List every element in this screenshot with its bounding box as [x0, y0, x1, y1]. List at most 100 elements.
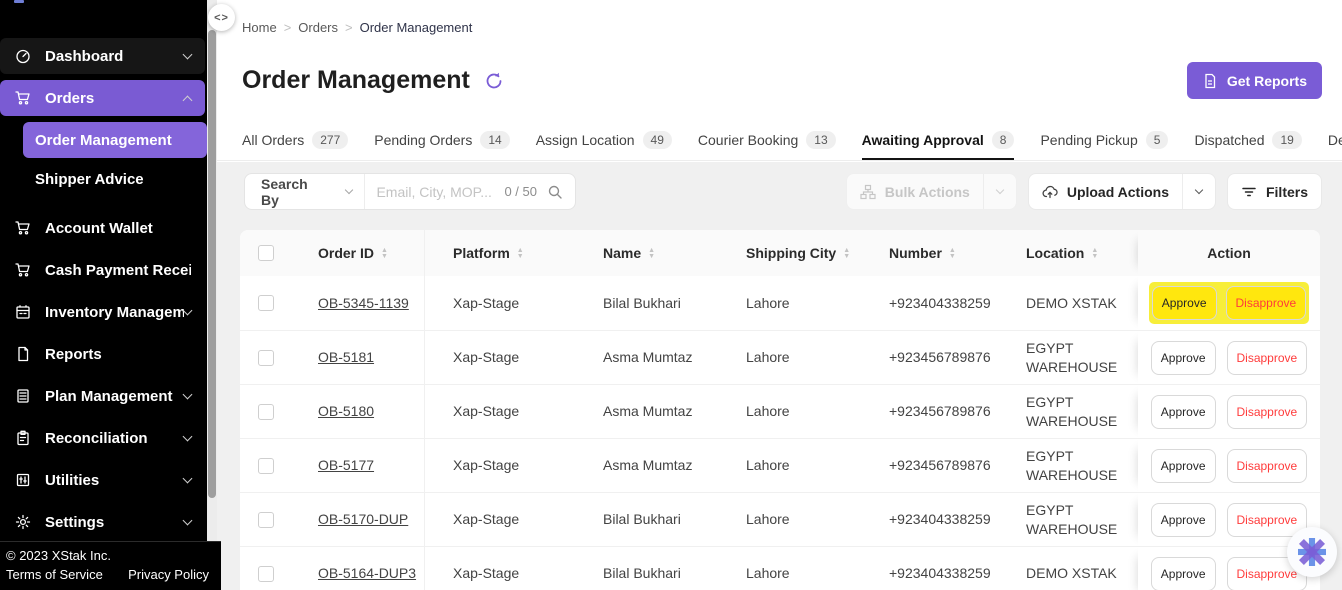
city-cell: Lahore	[718, 493, 861, 546]
disapprove-button[interactable]: Disapprove	[1227, 341, 1308, 375]
upload-actions-button[interactable]: Upload Actions	[1028, 173, 1216, 210]
sidebar-subitem-order-management[interactable]: Order Management	[23, 122, 207, 158]
sidebar-scrollbar[interactable]	[207, 0, 217, 541]
header-order-id[interactable]: Order ID ▲▼	[300, 230, 425, 276]
sidebar-item-utilities[interactable]: Utilities	[0, 462, 205, 498]
platform-cell: Xap-Stage	[425, 493, 575, 546]
row-checkbox[interactable]	[258, 512, 274, 528]
sort-carets-icon[interactable]: ▲▼	[381, 248, 388, 259]
refresh-icon[interactable]	[484, 71, 504, 91]
order-id-link[interactable]: OB-5170-DUP	[318, 510, 408, 528]
row-checkbox[interactable]	[258, 295, 274, 311]
breadcrumb-home[interactable]: Home	[242, 20, 277, 35]
sidebar-item-reports[interactable]: Reports	[0, 336, 205, 372]
order-id-link[interactable]: OB-5180	[318, 402, 374, 420]
number-cell: +923456789876	[861, 439, 998, 492]
order-id-link[interactable]: OB-5181	[318, 348, 374, 366]
cart-icon	[14, 90, 31, 107]
privacy-policy-link[interactable]: Privacy Policy	[128, 567, 209, 582]
number-cell: +923404338259	[861, 547, 998, 590]
tab-courier-booking[interactable]: Courier Booking 13	[698, 122, 836, 160]
city-cell: Lahore	[718, 385, 861, 438]
breadcrumb-orders[interactable]: Orders	[298, 20, 338, 35]
sidebar-item-inventory-management[interactable]: Inventory Managem...	[0, 294, 205, 330]
sort-carets-icon[interactable]: ▲▼	[1091, 248, 1098, 259]
asterisk-badge-icon	[1296, 536, 1328, 568]
sort-carets-icon[interactable]: ▲▼	[648, 248, 655, 259]
tab-all-orders[interactable]: All Orders 277	[242, 122, 348, 160]
sidebar-item-cash-payment-receipt[interactable]: Cash Payment Receipt ...	[0, 252, 205, 288]
header-name[interactable]: Name ▲▼	[575, 230, 718, 276]
header-location[interactable]: Location ▲▼	[998, 230, 1138, 276]
calendar-icon	[14, 304, 31, 321]
bulk-actions-button[interactable]: Bulk Actions	[846, 173, 1017, 210]
sort-carets-icon[interactable]: ▲▼	[517, 248, 524, 259]
search-icon[interactable]	[547, 184, 563, 200]
sidebar-item-settings[interactable]: Settings	[0, 504, 205, 540]
search-control: Search By 0 / 50	[244, 173, 576, 210]
header-checkbox-cell	[240, 230, 300, 276]
sidebar-subitem-shipper-advice[interactable]: Shipper Advice	[23, 164, 207, 194]
tab-dispatched[interactable]: Dispatched 19	[1194, 122, 1301, 160]
sidebar-item-account-wallet[interactable]: Account Wallet	[0, 210, 205, 246]
table-row: OB-5345-1139 Xap-Stage Bilal Bukhari Lah…	[240, 276, 1320, 330]
row-checkbox[interactable]	[258, 566, 274, 582]
get-reports-button[interactable]: Get Reports	[1187, 62, 1322, 99]
sidebar-item-plan-management[interactable]: Plan Management	[0, 378, 205, 414]
filters-label: Filters	[1266, 184, 1308, 200]
city-cell: Lahore	[718, 547, 861, 590]
order-id-link[interactable]: OB-5164-DUP3	[318, 564, 416, 582]
approve-button[interactable]: Approve	[1151, 341, 1216, 375]
tab-assign-location[interactable]: Assign Location 49	[536, 122, 672, 160]
sidebar-item-label: Reconciliation	[45, 430, 184, 447]
sliders-icon	[14, 472, 31, 489]
tab-pending-pickup[interactable]: Pending Pickup 5	[1040, 122, 1168, 160]
sort-carets-icon[interactable]: ▲▼	[949, 248, 956, 259]
sidebar-item-reconciliation[interactable]: Reconciliation	[0, 420, 205, 456]
search-by-select[interactable]: Search By	[245, 174, 364, 209]
select-all-checkbox[interactable]	[258, 245, 274, 261]
scrollbar-thumb[interactable]	[208, 30, 216, 498]
table-row: OB-5170-DUP Xap-Stage Bilal Bukhari Laho…	[240, 492, 1320, 546]
approve-button[interactable]: Approve	[1152, 286, 1217, 320]
row-checkbox[interactable]	[258, 350, 274, 366]
sidebar-collapse-toggle[interactable]: <>	[208, 4, 235, 31]
header-number[interactable]: Number ▲▼	[861, 230, 998, 276]
table-row: OB-5164-DUP3 Xap-Stage Bilal Bukhari Lah…	[240, 546, 1320, 590]
tab-label: Pending Pickup	[1040, 132, 1137, 148]
upload-actions-dropdown[interactable]	[1183, 174, 1215, 209]
disapprove-button[interactable]: Disapprove	[1227, 503, 1308, 537]
highlighted-actions: Approve Disapprove	[1149, 282, 1309, 324]
bulk-actions-dropdown[interactable]	[984, 174, 1016, 209]
order-id-link[interactable]: OB-5177	[318, 456, 374, 474]
sidebar-item-dashboard[interactable]: Dashboard	[0, 38, 205, 74]
disapprove-button[interactable]: Disapprove	[1227, 449, 1308, 483]
terms-of-service-link[interactable]: Terms of Service	[6, 567, 103, 582]
disapprove-button[interactable]: Disapprove	[1227, 395, 1308, 429]
search-input[interactable]	[364, 184, 504, 200]
tab-pending-orders[interactable]: Pending Orders 14	[374, 122, 509, 160]
tab-awaiting-approval[interactable]: Awaiting Approval 8	[862, 122, 1015, 160]
row-checkbox[interactable]	[258, 404, 274, 420]
tab-label: Assign Location	[536, 132, 635, 148]
header-platform[interactable]: Platform ▲▼	[425, 230, 575, 276]
approve-button[interactable]: Approve	[1151, 557, 1216, 590]
filters-button[interactable]: Filters	[1227, 173, 1322, 210]
chevron-down-icon	[183, 305, 193, 315]
tab-count-badge: 49	[643, 131, 672, 149]
tab-label: All Orders	[242, 132, 304, 148]
approve-button[interactable]: Approve	[1151, 503, 1216, 537]
disapprove-button[interactable]: Disapprove	[1226, 286, 1307, 320]
sidebar-item-orders[interactable]: Orders	[0, 80, 205, 116]
approve-button[interactable]: Approve	[1151, 449, 1216, 483]
sort-carets-icon[interactable]: ▲▼	[843, 248, 850, 259]
platform-cell: Xap-Stage	[425, 439, 575, 492]
cart-icon	[14, 262, 31, 279]
order-id-link[interactable]: OB-5345-1139	[318, 294, 409, 312]
approve-button[interactable]: Approve	[1151, 395, 1216, 429]
tab-delivered[interactable]: Delivered 3	[1328, 122, 1342, 160]
extension-badge[interactable]	[1287, 527, 1337, 577]
row-checkbox[interactable]	[258, 458, 274, 474]
cart-icon	[14, 220, 31, 237]
header-shipping-city[interactable]: Shipping City ▲▼	[718, 230, 861, 276]
